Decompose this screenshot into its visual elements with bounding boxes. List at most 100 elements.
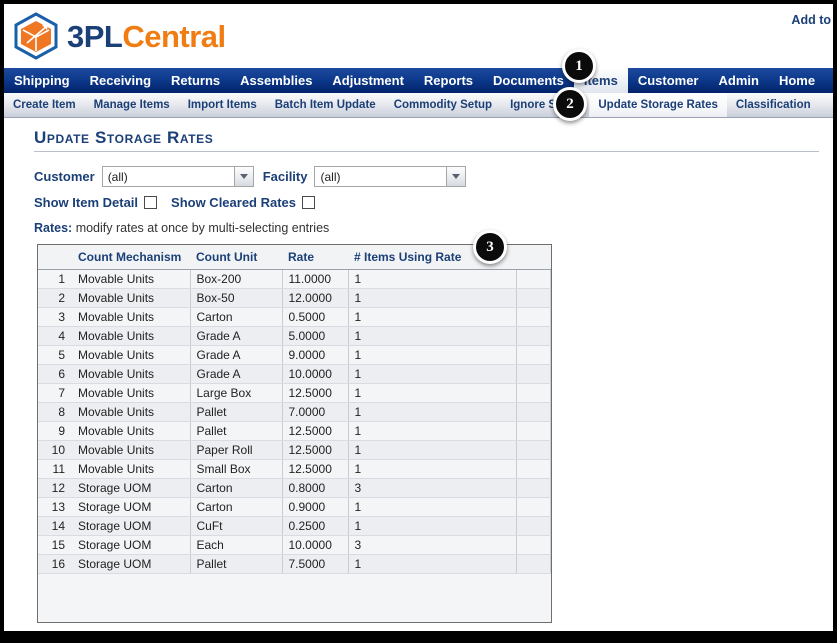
row-count-unit: CuFt xyxy=(190,516,283,536)
row-rate: 5.0000 xyxy=(282,326,349,346)
browser-page: 3PLCentral Add to Shipping Receiving Ret… xyxy=(0,0,837,643)
main-navigation: Shipping Receiving Returns Assemblies Ad… xyxy=(4,68,833,93)
show-cleared-rates-checkbox[interactable] xyxy=(302,196,316,209)
page-content: Update Storage Rates Customer (all) Faci… xyxy=(4,128,833,643)
row-rate: 12.5000 xyxy=(282,421,349,441)
subnav-item-update-storage-rates[interactable]: Update Storage Rates xyxy=(589,93,727,117)
subnav-item-classification[interactable]: Classification xyxy=(727,93,820,117)
table-row[interactable]: 9 Movable Units Pallet 12.5000 1 xyxy=(38,421,551,441)
column-header-rate[interactable]: Rate xyxy=(282,245,348,270)
row-rate: 0.8000 xyxy=(282,478,349,498)
customer-select[interactable]: (all) xyxy=(101,166,254,187)
show-item-detail-checkbox[interactable] xyxy=(144,196,158,209)
nav-item-admin[interactable]: Admin xyxy=(709,68,769,93)
column-header-count-unit[interactable]: Count Unit xyxy=(190,245,282,270)
subnav-item-import-items[interactable]: Import Items xyxy=(179,93,266,117)
chevron-down-icon[interactable] xyxy=(446,166,467,187)
row-rate: 11.0000 xyxy=(282,269,349,289)
row-count-mechanism: Movable Units xyxy=(72,421,191,441)
rates-table-container: Count Mechanism Count Unit Rate # Items … xyxy=(37,244,552,623)
row-count-unit: Small Box xyxy=(190,459,283,479)
table-row[interactable]: 3 Movable Units Carton 0.5000 1 xyxy=(38,307,551,327)
clear-button[interactable]: Clear xyxy=(150,639,236,643)
table-row[interactable]: 5 Movable Units Grade A 9.0000 1 xyxy=(38,345,551,365)
row-items-using-rate: 1 xyxy=(348,497,517,517)
row-end-cell xyxy=(516,440,551,460)
row-count-unit: Pallet xyxy=(190,554,283,574)
row-index: 6 xyxy=(38,364,72,384)
row-end-cell xyxy=(516,307,551,327)
chevron-down-icon[interactable] xyxy=(233,166,254,187)
row-count-mechanism: Movable Units xyxy=(72,364,191,384)
add-to-link[interactable]: Add to xyxy=(791,13,831,27)
row-items-using-rate: 1 xyxy=(348,383,517,403)
table-row[interactable]: 16 Storage UOM Pallet 7.5000 1 xyxy=(38,554,551,574)
row-index: 2 xyxy=(38,288,72,308)
nav-item-shipping[interactable]: Shipping xyxy=(4,68,80,93)
row-end-cell xyxy=(516,345,551,365)
row-end-cell xyxy=(516,269,551,289)
row-end-cell xyxy=(516,402,551,422)
subnav-item-batch-item-update[interactable]: Batch Item Update xyxy=(266,93,385,117)
rates-hint-text: modify rates at once by multi-selecting … xyxy=(72,221,330,235)
row-count-unit: Large Box xyxy=(190,383,283,403)
nav-item-reports[interactable]: Reports xyxy=(414,68,483,93)
table-row[interactable]: 1 Movable Units Box-200 11.0000 1 xyxy=(38,269,551,289)
nav-item-home[interactable]: Home xyxy=(769,68,825,93)
column-header-count-mechanism[interactable]: Count Mechanism xyxy=(72,245,190,270)
row-items-using-rate: 1 xyxy=(348,326,517,346)
row-end-cell xyxy=(516,554,551,574)
row-count-mechanism: Storage UOM xyxy=(72,535,191,555)
edit-button[interactable]: Edit xyxy=(42,639,128,643)
action-buttons: Edit Clear xyxy=(42,639,833,643)
nav-item-assemblies[interactable]: Assemblies xyxy=(230,68,322,93)
page-title: Update Storage Rates xyxy=(34,128,214,147)
row-items-using-rate: 1 xyxy=(348,288,517,308)
row-rate: 7.0000 xyxy=(282,402,349,422)
row-count-unit: Paper Roll xyxy=(190,440,283,460)
row-items-using-rate: 1 xyxy=(348,421,517,441)
row-count-mechanism: Movable Units xyxy=(72,459,191,479)
table-row[interactable]: 12 Storage UOM Carton 0.8000 3 xyxy=(38,478,551,498)
table-row[interactable]: 8 Movable Units Pallet 7.0000 1 xyxy=(38,402,551,422)
table-row[interactable]: 10 Movable Units Paper Roll 12.5000 1 xyxy=(38,440,551,460)
row-rate: 10.0000 xyxy=(282,535,349,555)
column-header-index[interactable] xyxy=(38,245,72,270)
facility-select-value: (all) xyxy=(320,169,341,184)
table-row[interactable]: 15 Storage UOM Each 10.0000 3 xyxy=(38,535,551,555)
table-row[interactable]: 2 Movable Units Box-50 12.0000 1 xyxy=(38,288,551,308)
row-end-cell xyxy=(516,516,551,536)
row-items-using-rate: 3 xyxy=(348,478,517,498)
nav-item-returns[interactable]: Returns xyxy=(161,68,230,93)
row-end-cell xyxy=(516,478,551,498)
row-items-using-rate: 1 xyxy=(348,307,517,327)
row-count-mechanism: Movable Units xyxy=(72,288,191,308)
row-rate: 10.0000 xyxy=(282,364,349,384)
subnav-item-create-item[interactable]: Create Item xyxy=(4,93,85,117)
title-divider xyxy=(34,151,819,152)
nav-item-receiving[interactable]: Receiving xyxy=(80,68,161,93)
subnav-item-commodity-setup[interactable]: Commodity Setup xyxy=(385,93,501,117)
facility-select[interactable]: (all) xyxy=(314,166,467,187)
row-rate: 12.0000 xyxy=(282,288,349,308)
table-row[interactable]: 13 Storage UOM Carton 0.9000 1 xyxy=(38,497,551,517)
row-end-cell xyxy=(516,288,551,308)
brand-logo[interactable]: 3PLCentral xyxy=(13,12,226,60)
row-rate: 7.5000 xyxy=(282,554,349,574)
row-items-using-rate: 1 xyxy=(348,459,517,479)
show-cleared-rates-label: Show Cleared Rates xyxy=(171,195,297,210)
table-row[interactable]: 6 Movable Units Grade A 10.0000 1 xyxy=(38,364,551,384)
subnav-item-manage-items[interactable]: Manage Items xyxy=(85,93,179,117)
nav-item-adjustment[interactable]: Adjustment xyxy=(322,68,414,93)
table-row[interactable]: 11 Movable Units Small Box 12.5000 1 xyxy=(38,459,551,479)
table-row[interactable]: 7 Movable Units Large Box 12.5000 1 xyxy=(38,383,551,403)
row-items-using-rate: 1 xyxy=(348,402,517,422)
table-row[interactable]: 4 Movable Units Grade A 5.0000 1 xyxy=(38,326,551,346)
row-count-mechanism: Movable Units xyxy=(72,307,191,327)
row-index: 3 xyxy=(38,307,72,327)
customer-select-value: (all) xyxy=(107,169,128,184)
rates-hint: Rates: modify rates at once by multi-sel… xyxy=(34,221,833,235)
table-row[interactable]: 14 Storage UOM CuFt 0.2500 1 xyxy=(38,516,551,536)
column-header-end[interactable] xyxy=(516,245,551,270)
nav-item-customer[interactable]: Customer xyxy=(628,68,709,93)
